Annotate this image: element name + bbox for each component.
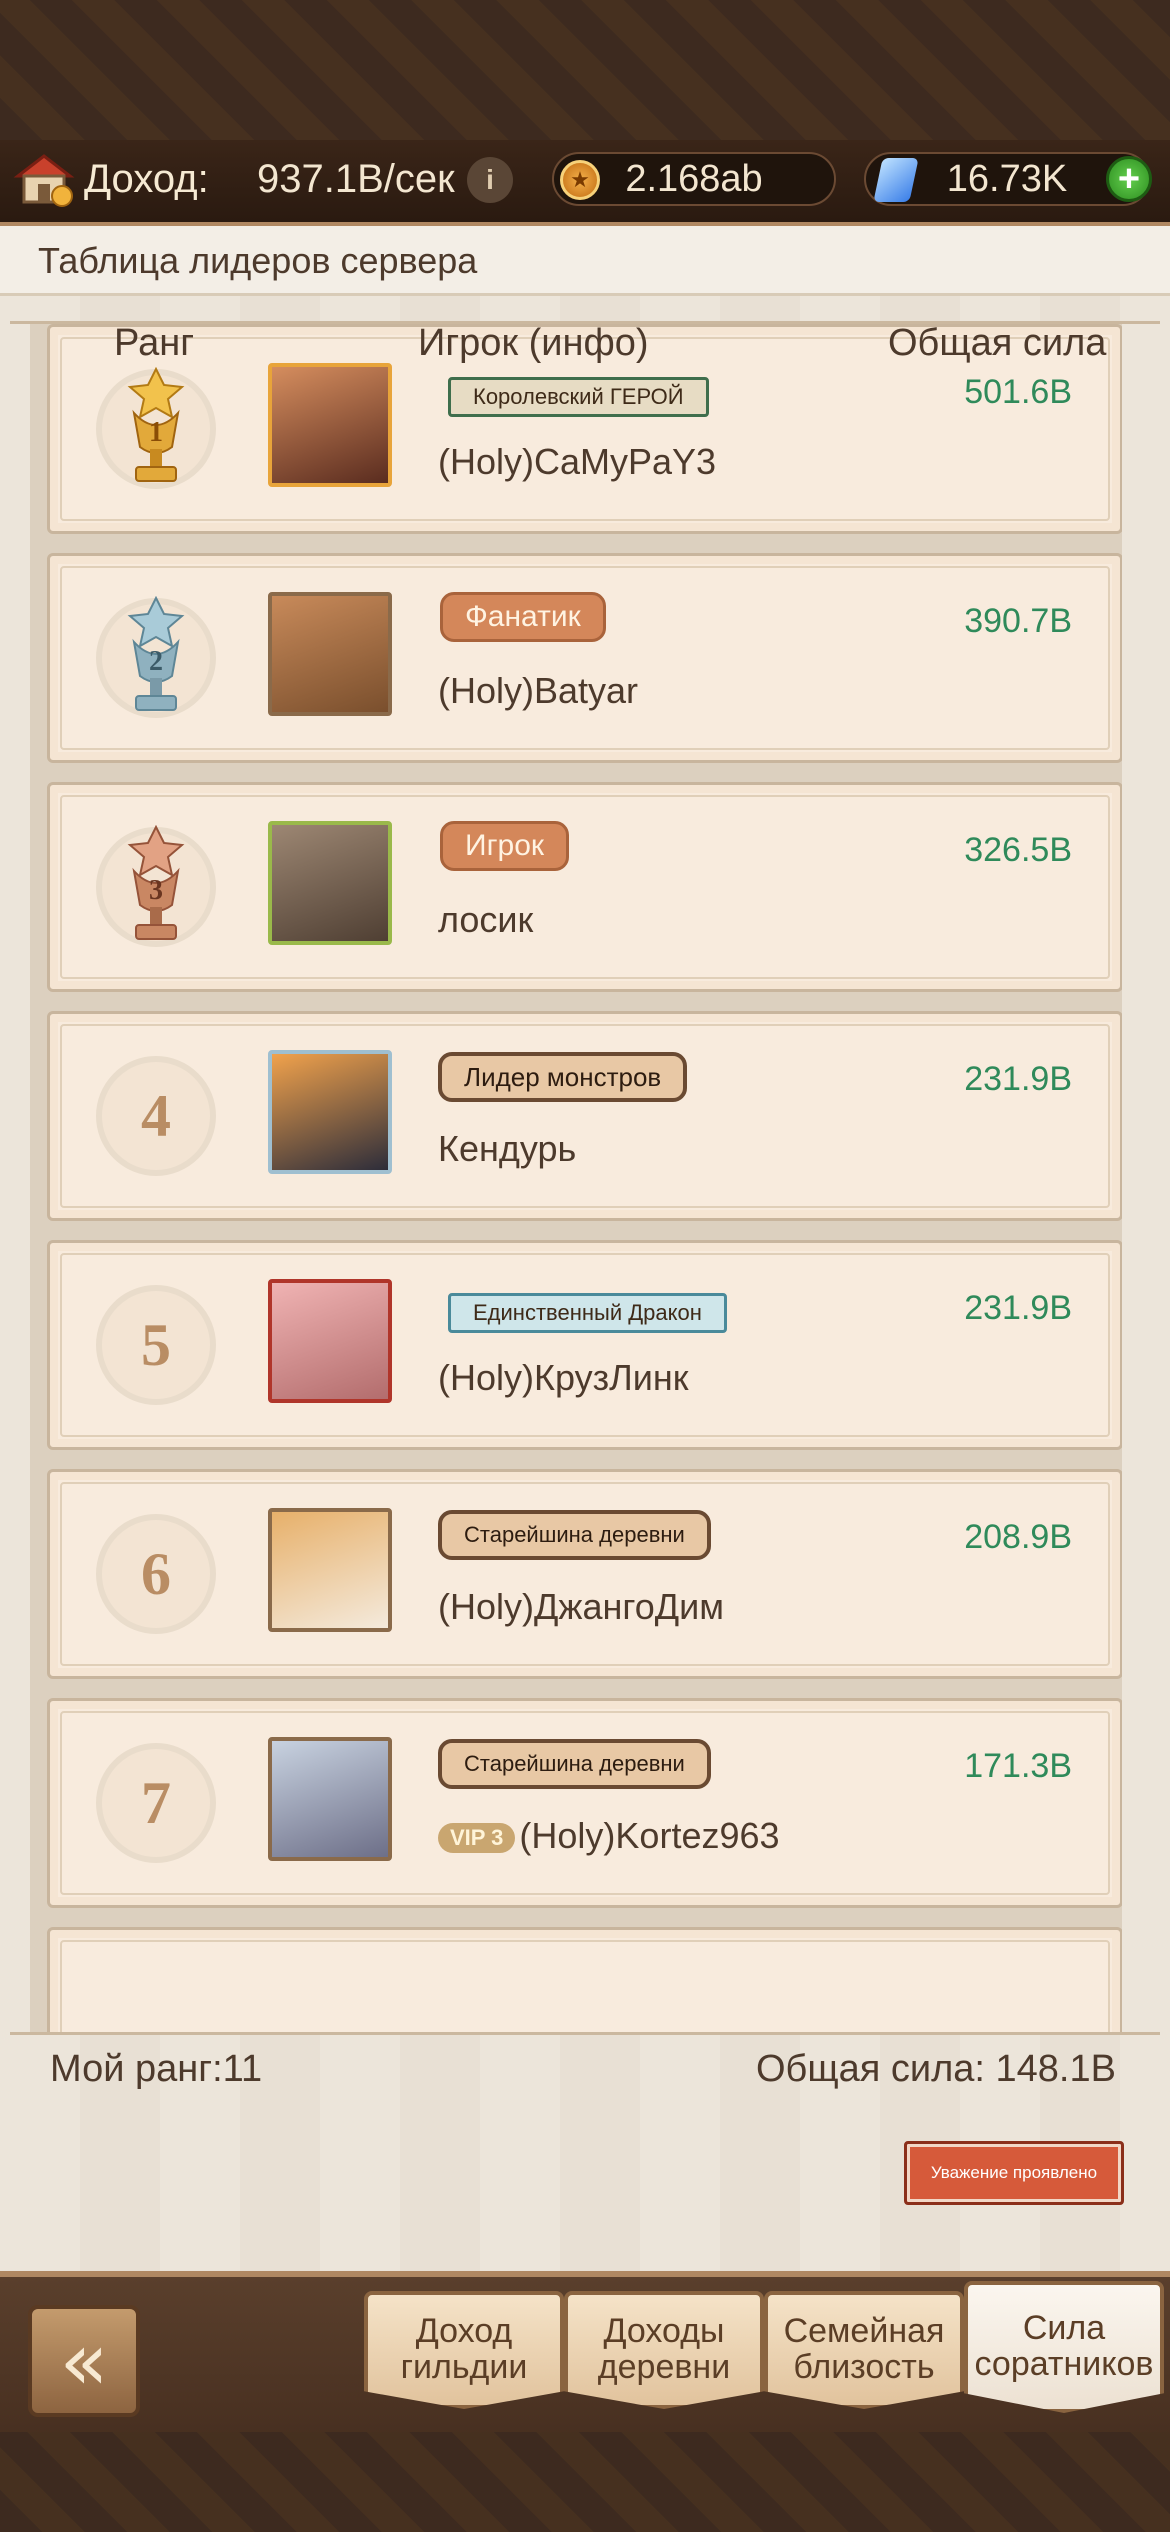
income-display: Доход: 937.1B/сек i (12, 152, 516, 207)
tab-companions-power[interactable]: Сила соратников (964, 2281, 1164, 2413)
avatar[interactable] (268, 592, 392, 716)
table-row[interactable]: 5 Единственный Дракон (Holy)КрузЛинк 231… (47, 1240, 1122, 1450)
rank-badge: 6 (86, 1504, 226, 1644)
income-label: Доход: (84, 156, 209, 201)
tab-village-income[interactable]: Доходы деревни (564, 2291, 764, 2409)
table-row[interactable]: 7 Старейшина деревни VIP 3 (Holy)Kortez96… (47, 1698, 1122, 1908)
player-name: (Holy)КрузЛинк (438, 1357, 689, 1398)
player-title: Игрок (440, 821, 569, 871)
player-title: Фанатик (440, 592, 606, 642)
table-row[interactable] (47, 1927, 1122, 2032)
table-row[interactable]: 2 Фанатик (Holy)Batyar 390.7B (47, 553, 1122, 763)
player-power: 501.6B (964, 373, 1072, 411)
table-row[interactable]: 3 Игрок лосик 326.5B (47, 782, 1122, 992)
player-power: 208.9B (964, 1518, 1072, 1556)
player-name: (Holy)ДжангоДим (438, 1586, 724, 1627)
leaderboard-list[interactable]: 1 Королевский ГЕРОЙ (Holy)CaMyPaY3 501.6… (30, 324, 1122, 2032)
player-title: Старейшина деревни (438, 1739, 711, 1789)
rank-badge: 3 (86, 817, 226, 957)
rank-badge: 5 (86, 1275, 226, 1415)
panel-title: Таблица лидеров сервера (0, 226, 1170, 296)
respect-button[interactable]: Уважение проявлено (904, 2141, 1124, 2205)
player-name: лосик (438, 899, 534, 940)
avatar[interactable] (268, 1508, 392, 1632)
player-name: Кендурь (438, 1128, 577, 1169)
info-icon[interactable]: i (467, 157, 513, 203)
svg-text:1: 1 (149, 417, 163, 448)
leaderboard-panel: Таблица лидеров сервера 1 Королевский ГЕ… (0, 226, 1170, 2271)
player-name: (Holy)CaMyPaY3 (438, 441, 717, 482)
add-gems-button[interactable]: + (1106, 156, 1152, 202)
rank-badge: 4 (86, 1046, 226, 1186)
my-total-power: Общая сила: 148.1B (756, 2048, 1116, 2090)
player-title: Старейшина деревни (438, 1510, 711, 1560)
back-arrow-icon: « (59, 2314, 109, 2408)
income-value: 937.1B/сек (257, 156, 455, 201)
back-button[interactable]: « (28, 2305, 140, 2417)
player-title: Королевский ГЕРОЙ (448, 377, 709, 417)
rank-badge: 7 (86, 1733, 226, 1873)
tab-guild-income[interactable]: Доход гильдии (364, 2291, 564, 2409)
svg-text:2: 2 (149, 646, 163, 677)
bronze-trophy-icon: 3 (127, 825, 185, 940)
column-header-player: Игрок (инфо) (418, 322, 649, 364)
player-name: VIP 3 (Holy)Kortez963 (438, 1815, 780, 1857)
gems-value: 16.73K (946, 157, 1068, 200)
player-power: 390.7B (964, 602, 1072, 640)
player-power: 231.9B (964, 1060, 1072, 1098)
avatar[interactable] (268, 1737, 392, 1861)
divider (10, 2032, 1160, 2035)
column-header-power: Общая сила (888, 322, 1107, 364)
table-row[interactable]: 6 Старейшина деревни (Holy)ДжангоДим 208… (47, 1469, 1122, 1679)
coins-value: 2.168ab (625, 157, 763, 200)
coin-icon: ★ (560, 160, 600, 200)
rank-badge: 1 (86, 359, 226, 499)
gems-display: 16.73K + (864, 152, 1152, 206)
silver-trophy-icon: 2 (127, 596, 185, 711)
avatar[interactable] (268, 363, 392, 487)
bottom-background (0, 2432, 1170, 2532)
player-power: 171.3B (964, 1747, 1072, 1785)
gem-icon (873, 158, 919, 202)
coins-display: ★ 2.168ab (552, 152, 836, 206)
player-name-text: (Holy)Kortez963 (519, 1815, 780, 1856)
table-row[interactable]: 4 Лидер монстров Кендурь 231.9B (47, 1011, 1122, 1221)
svg-text:3: 3 (149, 875, 163, 906)
vip-badge: VIP 3 (438, 1823, 516, 1854)
player-power: 326.5B (964, 831, 1072, 869)
tab-family-affinity[interactable]: Семейная близость (764, 2291, 964, 2409)
avatar[interactable] (268, 1050, 392, 1174)
avatar[interactable] (268, 821, 392, 945)
gold-trophy-icon: 1 (127, 367, 185, 482)
column-header-rank: Ранг (114, 322, 195, 364)
rank-number: 4 (141, 1082, 171, 1149)
player-title: Лидер монстров (438, 1052, 688, 1102)
my-rank: Мой ранг:11 (50, 2048, 263, 2090)
player-title: Единственный Дракон (448, 1293, 727, 1333)
rank-number: 7 (141, 1769, 171, 1836)
rank-number: 5 (141, 1311, 171, 1378)
player-name: (Holy)Batyar (438, 670, 639, 711)
house-icon (13, 154, 75, 207)
player-power: 231.9B (964, 1289, 1072, 1327)
rank-badge: 2 (86, 588, 226, 728)
avatar[interactable] (268, 1279, 392, 1403)
rank-number: 6 (141, 1540, 171, 1607)
